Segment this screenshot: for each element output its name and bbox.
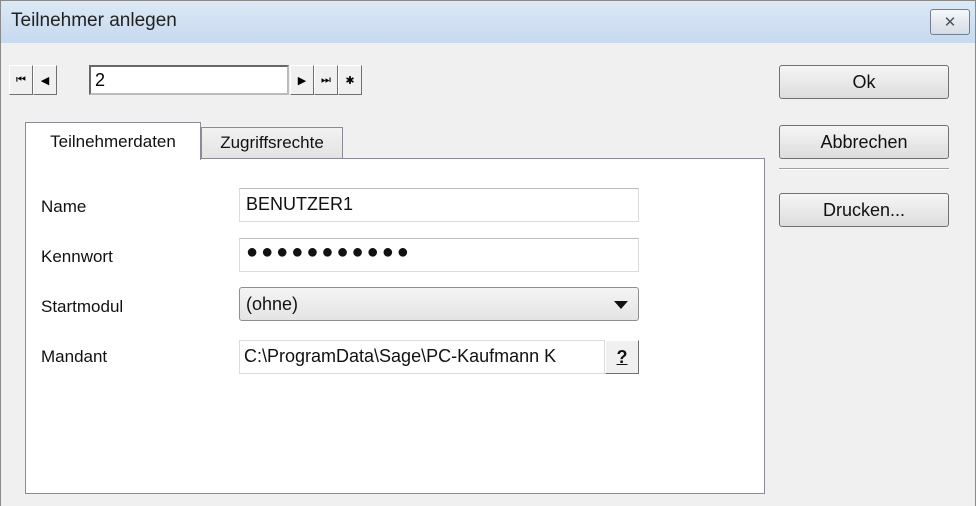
client-path-field[interactable]: C:\ProgramData\Sage\PC-Kaufmann K xyxy=(239,340,605,374)
previous-icon: ◀ xyxy=(40,74,50,87)
skip-first-icon: ⏮ xyxy=(16,73,26,86)
asterisk-icon: ✱ xyxy=(345,74,355,87)
record-number-input[interactable] xyxy=(89,65,289,95)
print-button[interactable]: Drucken... xyxy=(779,193,949,227)
chevron-down-icon xyxy=(614,301,628,309)
title-bar: Teilnehmer anlegen ✕ xyxy=(1,1,975,43)
close-button[interactable]: ✕ xyxy=(930,9,970,35)
tab-teilnehmerdaten[interactable]: Teilnehmerdaten xyxy=(25,122,201,160)
dialog-window: Teilnehmer anlegen ✕ ⏮ ◀ ▶ ⏭ ✱ Ok Abbrec… xyxy=(0,0,976,506)
skip-last-icon: ⏭ xyxy=(321,73,331,86)
first-record-button[interactable]: ⏮ xyxy=(9,65,33,95)
tab-zugriffsrechte[interactable]: Zugriffsrechte xyxy=(201,127,343,159)
previous-record-button[interactable]: ◀ xyxy=(33,65,57,95)
close-icon: ✕ xyxy=(943,14,957,31)
window-title: Teilnehmer anlegen xyxy=(11,10,177,31)
last-record-button[interactable]: ⏭ xyxy=(314,65,338,95)
cancel-button[interactable]: Abbrechen xyxy=(779,125,949,159)
next-icon: ▶ xyxy=(297,74,307,87)
name-label: Name xyxy=(41,197,87,216)
password-field[interactable]: ●●●●●●●●●●● xyxy=(239,238,639,272)
password-label: Kennwort xyxy=(41,247,113,266)
client-label: Mandant xyxy=(41,347,108,366)
button-separator xyxy=(779,168,949,170)
startmodule-select[interactable]: (ohne) xyxy=(239,287,639,321)
name-field[interactable]: BENUTZER1 xyxy=(239,188,639,222)
startmodule-value: (ohne) xyxy=(246,294,299,314)
startmodule-label: Startmodul xyxy=(41,297,124,316)
ok-button[interactable]: Ok xyxy=(779,65,949,99)
browse-help-button[interactable]: ? xyxy=(605,340,639,374)
new-record-button[interactable]: ✱ xyxy=(338,65,362,95)
next-record-button[interactable]: ▶ xyxy=(290,65,314,95)
